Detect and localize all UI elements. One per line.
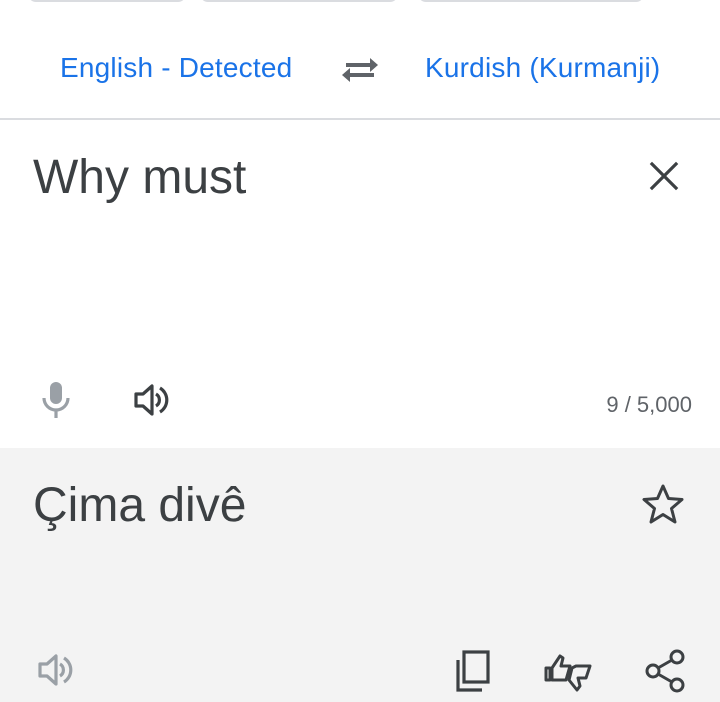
source-language-button[interactable]: English - Detected bbox=[60, 52, 292, 84]
target-language-button[interactable]: Kurdish (Kurmanji) bbox=[425, 52, 660, 84]
listen-translation-button[interactable] bbox=[34, 650, 78, 690]
copy-translation-button[interactable] bbox=[452, 648, 492, 694]
listen-source-button[interactable] bbox=[130, 380, 174, 420]
microphone-button[interactable] bbox=[36, 378, 76, 422]
source-text-input[interactable]: Why must bbox=[33, 150, 246, 205]
speaker-icon bbox=[134, 384, 169, 416]
feedback-icon bbox=[544, 654, 592, 692]
chip-2[interactable] bbox=[200, 0, 398, 2]
share-translation-button[interactable] bbox=[644, 648, 686, 694]
chip-3[interactable] bbox=[418, 0, 644, 2]
swap-arrows-icon bbox=[342, 58, 378, 82]
translated-text: Çima divê bbox=[33, 479, 247, 532]
rate-translation-button[interactable] bbox=[542, 648, 594, 696]
copy-icon bbox=[456, 650, 490, 692]
microphone-icon bbox=[42, 382, 70, 418]
close-icon bbox=[649, 161, 679, 191]
save-translation-button[interactable] bbox=[640, 482, 686, 526]
speaker-icon bbox=[38, 654, 73, 686]
top-chip-row bbox=[0, 0, 720, 14]
language-bar: English - Detected Kurdish (Kurmanji) bbox=[0, 28, 720, 112]
swap-languages-button[interactable] bbox=[340, 54, 380, 88]
chip-1[interactable] bbox=[28, 0, 186, 2]
character-count: 9 / 5,000 bbox=[606, 392, 692, 417]
translation-output-panel: Çima divê bbox=[0, 448, 720, 702]
star-icon bbox=[642, 484, 684, 524]
source-input-panel[interactable]: Why must 9 / 5,000 bbox=[0, 120, 720, 448]
clear-button[interactable] bbox=[644, 156, 684, 196]
share-icon bbox=[645, 649, 685, 693]
